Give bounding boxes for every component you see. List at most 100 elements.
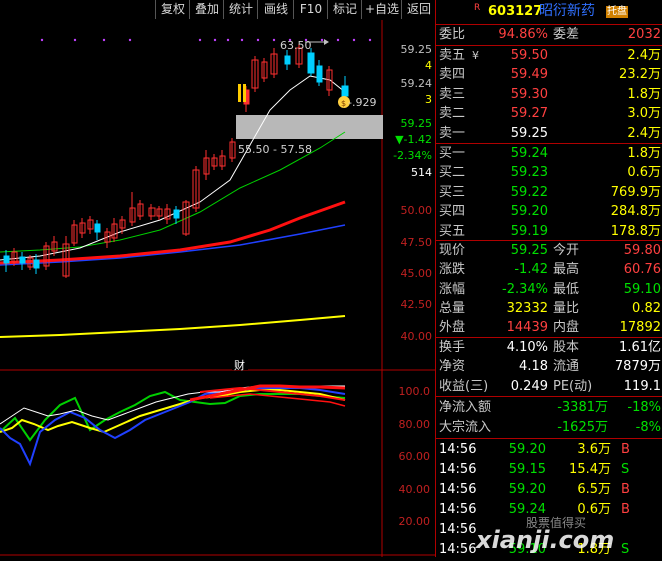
indicator-axis-label: 60.00 bbox=[399, 450, 431, 463]
bid-label: 买二 bbox=[439, 165, 466, 181]
price-axis-label: 59.25 bbox=[401, 117, 433, 130]
annotation-low: -.929 bbox=[348, 96, 377, 109]
ask-price: 59.50 bbox=[510, 48, 548, 63]
flow-row: 净流入额 -3381万 -18% bbox=[436, 398, 662, 417]
toolbar-button-mark[interactable]: 标记 bbox=[327, 0, 362, 19]
quote-value-right: 17892 bbox=[619, 320, 661, 336]
svg-text:$: $ bbox=[341, 99, 346, 108]
ask-row[interactable]: 卖四 59.49 23.2万 bbox=[436, 65, 662, 84]
price-axis-label: 3 bbox=[425, 93, 432, 106]
ask-row[interactable]: 卖三 59.30 1.8万 bbox=[436, 85, 662, 104]
ask-label: 卖一 bbox=[439, 125, 466, 141]
quote-label-right: 量比 bbox=[553, 300, 580, 316]
toolbar-button-overlay[interactable]: 叠加 bbox=[189, 0, 224, 19]
bid-label: 买四 bbox=[439, 204, 466, 220]
ask-price: 59.27 bbox=[510, 106, 548, 122]
bid-price: 59.24 bbox=[510, 146, 548, 161]
price-axis: 59.25 4 59.24 3 59.25 ▼-1.42 -2.34% 514 50.00 47.… bbox=[393, 43, 432, 343]
quote-panel: R 603127 昭衍新药 托盘 委比 94.86% 委差 2032 卖五 ¥59… bbox=[435, 0, 662, 557]
bid-volume: 0.6万 bbox=[627, 165, 661, 181]
toolbar-button-back[interactable]: 返回 bbox=[401, 0, 437, 19]
tick-volume: 15.4万 bbox=[569, 462, 611, 477]
price-axis-label: -2.34% bbox=[393, 149, 432, 162]
quote-row: 涨幅 -2.34% 最低 59.10 bbox=[436, 280, 662, 299]
tick-price: 59.20 bbox=[508, 482, 546, 497]
bid-row[interactable]: 买四 59.20 284.8万 bbox=[436, 202, 662, 221]
tick-time: 14:56 bbox=[439, 542, 477, 557]
tick-volume: 6.5万 bbox=[577, 482, 611, 497]
toolbar-button-f10[interactable]: F10 bbox=[293, 0, 328, 19]
ask-row[interactable]: 卖五 ¥59.50 2.4万 bbox=[436, 46, 662, 65]
stat-row: 净资 4.18 流通 7879万 bbox=[436, 357, 662, 376]
bid-row[interactable]: 买二 59.23 0.6万 bbox=[436, 163, 662, 182]
price-axis-label: 42.50 bbox=[401, 298, 433, 311]
stat-value-left: 4.10% bbox=[506, 340, 548, 355]
ask-volume: 3.0万 bbox=[627, 106, 661, 122]
price-axis-label: 4 bbox=[425, 59, 432, 72]
ask-flag: ¥ bbox=[472, 49, 479, 62]
stat-label-right: 股本 bbox=[553, 340, 580, 355]
tick-time: 14:56 bbox=[439, 442, 477, 457]
weibi-row: 委比 94.86% 委差 2032 bbox=[436, 25, 662, 44]
stock-code: 603127 bbox=[488, 4, 543, 19]
kline-chart-area[interactable]: $ 59.25 4 59.24 3 59.25 ▼-1.42 -2.34% 514 50.00 4… bbox=[0, 20, 435, 557]
stock-tag: 托盘 bbox=[606, 6, 628, 18]
ask-row[interactable]: 卖二 59.27 3.0万 bbox=[436, 104, 662, 123]
ask-volume: 23.2万 bbox=[619, 67, 661, 83]
quote-value-right: 59.80 bbox=[623, 243, 661, 258]
quote-label-left: 外盘 bbox=[439, 320, 466, 336]
stat-row: 收益(三) 0.249 PE(动) 119.1 bbox=[436, 377, 662, 396]
tick-time: 14:56 bbox=[439, 482, 477, 497]
quote-label-left: 涨跌 bbox=[439, 262, 466, 278]
quote-label-left: 现价 bbox=[439, 243, 466, 258]
bid-label: 买三 bbox=[439, 184, 466, 200]
bid-row[interactable]: 买三 59.22 769.9万 bbox=[436, 183, 662, 202]
indicator-axis: 100.0 80.00 60.00 40.00 20.00 bbox=[399, 385, 431, 528]
stock-name: 昭衍新药 bbox=[539, 3, 595, 19]
tick-time: 14:56 bbox=[439, 462, 477, 477]
stock-header: R 603127 昭衍新药 托盘 bbox=[436, 2, 662, 24]
indicator-axis-label: 100.0 bbox=[399, 385, 431, 398]
stat-label-left: 换手 bbox=[439, 340, 466, 355]
flow-value: -3381万 bbox=[557, 400, 608, 415]
stat-value-left: 0.249 bbox=[510, 378, 548, 394]
ask-row[interactable]: 卖一 59.25 2.4万 bbox=[436, 124, 662, 143]
weibi-label: 委比 bbox=[439, 27, 466, 42]
ask-label: 卖三 bbox=[439, 86, 466, 102]
quote-value-left: 14439 bbox=[506, 320, 548, 336]
bid-label: 买五 bbox=[439, 223, 466, 239]
chart-toolbar: 复权 叠加 统计 画线 F10 标记 +自选 返回 bbox=[0, 0, 437, 20]
finance-marker[interactable]: 财 bbox=[234, 357, 245, 373]
bid-row[interactable]: 买五 59.19 178.8万 bbox=[436, 222, 662, 241]
bid-volume: 1.8万 bbox=[627, 146, 661, 161]
stat-value-right: 1.61亿 bbox=[619, 340, 661, 355]
quote-row: 涨跌 -1.42 最高 60.76 bbox=[436, 260, 662, 279]
quote-value-right: 60.76 bbox=[623, 262, 661, 278]
ask-label: 卖五 bbox=[439, 48, 466, 63]
toolbar-button-add-watchlist[interactable]: +自选 bbox=[361, 0, 402, 19]
bid-row[interactable]: 买一 59.24 1.8万 bbox=[436, 144, 662, 163]
bid-price: 59.22 bbox=[510, 184, 548, 200]
tick-time: 14:56 bbox=[439, 502, 477, 517]
flow-percent: -8% bbox=[635, 419, 661, 435]
quote-row: 现价 59.25 今开 59.80 bbox=[436, 241, 662, 260]
quote-label-left: 总量 bbox=[439, 300, 466, 316]
bid-price: 59.23 bbox=[510, 165, 548, 181]
toolbar-button-statistics[interactable]: 统计 bbox=[223, 0, 258, 19]
flow-value: -1625万 bbox=[557, 419, 608, 435]
price-axis-label: 514 bbox=[411, 166, 432, 179]
quote-value-left: -2.34% bbox=[502, 281, 548, 297]
stat-label-left: 净资 bbox=[439, 359, 466, 375]
ask-price: 59.30 bbox=[510, 86, 548, 102]
ma-yellow-line bbox=[0, 315, 346, 338]
quote-value-right: 59.10 bbox=[623, 281, 661, 297]
toolbar-button-draw-line[interactable]: 画线 bbox=[257, 0, 294, 19]
tick-row: 14:56 59.15 15.4万 S bbox=[436, 460, 662, 479]
tick-row: 14:56 59.20 3.6万 B bbox=[436, 440, 662, 459]
ask-label: 卖二 bbox=[439, 106, 466, 122]
quote-value-left: 32332 bbox=[506, 300, 548, 316]
quote-value-left: -1.42 bbox=[514, 262, 548, 278]
toolbar-button-restore-rights[interactable]: 复权 bbox=[155, 0, 190, 19]
indicator-axis-label: 20.00 bbox=[399, 515, 431, 528]
flow-label: 净流入额 bbox=[439, 400, 492, 415]
